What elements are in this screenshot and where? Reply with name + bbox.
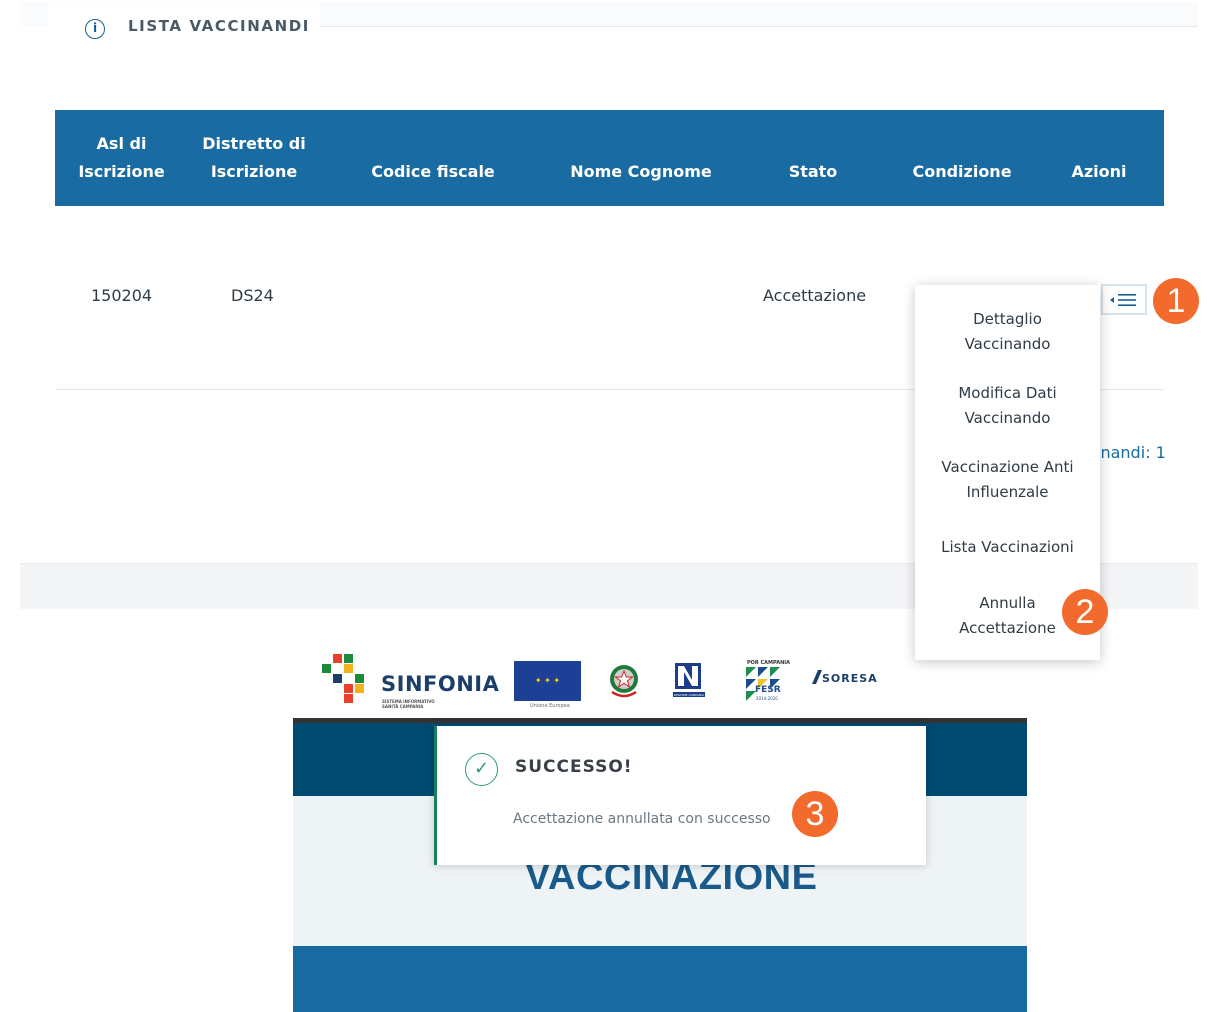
menu-list-icon bbox=[1110, 293, 1136, 306]
cell-stato: Accettazione bbox=[763, 286, 867, 305]
section-header: i LISTA VACCINANDI bbox=[0, 0, 1198, 46]
col-asl-iscrizione[interactable]: Asl di Iscrizione bbox=[69, 130, 174, 186]
sinfonia-wordmark: SINFONIA bbox=[381, 672, 500, 696]
cell-distretto: DS24 bbox=[231, 286, 274, 305]
regione-campania-logo: REGIONE CAMPANIA bbox=[673, 663, 705, 697]
italian-emblem-logo bbox=[610, 665, 638, 698]
step-badge-3: 3 bbox=[792, 791, 838, 837]
partner-logos: SINFONIA SISTEMA INFORMATIVO SANITÀ CAMP… bbox=[0, 650, 1210, 710]
col-nome-cognome[interactable]: Nome Cognome bbox=[556, 158, 726, 186]
menu-item-label: Modifica Dati bbox=[958, 384, 1057, 402]
header-label-line1: Asl di bbox=[96, 134, 147, 153]
app-footer-bar bbox=[293, 946, 1027, 1012]
menu-item-label: Influenzale bbox=[966, 483, 1049, 501]
header-label-line2: Iscrizione bbox=[78, 162, 165, 181]
menu-item-lista-vaccinazioni[interactable]: Lista Vaccinazioni bbox=[915, 535, 1100, 560]
col-azioni: Azioni bbox=[1071, 162, 1127, 181]
menu-item-dettaglio-vaccinando[interactable]: Dettaglio Vaccinando bbox=[915, 307, 1100, 357]
menu-item-label: Lista Vaccinazioni bbox=[941, 538, 1074, 556]
check-circle-icon: ✓ bbox=[465, 753, 498, 786]
sinfonia-subtitle: SISTEMA INFORMATIVO SANITÀ CAMPANIA bbox=[382, 699, 435, 709]
toast-message: Accettazione annullata con successo bbox=[513, 811, 771, 827]
header-rule bbox=[320, 26, 1198, 27]
col-stato[interactable]: Stato bbox=[763, 158, 863, 186]
vaccinandi-table: Asl di Iscrizione Distretto di Iscrizion… bbox=[55, 110, 1164, 206]
eu-caption: Unione Europea bbox=[530, 703, 570, 709]
col-distretto-iscrizione[interactable]: Distretto di Iscrizione bbox=[198, 130, 310, 186]
menu-item-label: Dettaglio bbox=[973, 310, 1042, 328]
actions-menu-button[interactable] bbox=[1101, 284, 1147, 315]
toast-title: SUCCESSO! bbox=[515, 757, 633, 777]
info-icon: i bbox=[85, 19, 105, 39]
menu-item-label: Vaccinazione Anti bbox=[941, 458, 1074, 476]
svg-text:REGIONE CAMPANIA: REGIONE CAMPANIA bbox=[674, 693, 705, 697]
menu-item-label: Vaccinando bbox=[964, 335, 1051, 353]
col-codice-fiscale[interactable]: Codice fiscale bbox=[353, 158, 513, 186]
menu-item-vaccinazione-anti-influenzale[interactable]: Vaccinazione Anti Influenzale bbox=[915, 455, 1100, 505]
section-title: LISTA VACCINANDI bbox=[128, 17, 310, 35]
step-badge-1: 1 bbox=[1153, 278, 1199, 324]
header-label-line1: Distretto di bbox=[202, 134, 306, 153]
table-header: Asl di Iscrizione Distretto di Iscrizion… bbox=[55, 110, 1164, 206]
menu-item-modifica-dati[interactable]: Modifica Dati Vaccinando bbox=[915, 381, 1100, 431]
col-condizione[interactable]: Condizione bbox=[902, 158, 1022, 186]
menu-item-label: Vaccinando bbox=[964, 409, 1051, 427]
cell-asl: 150204 bbox=[91, 286, 153, 305]
eu-flag-logo: ✦ ✦ ✦ bbox=[514, 661, 581, 701]
step-badge-2: 2 bbox=[1062, 589, 1108, 635]
success-toast: ✓ SUCCESSO! Accettazione annullata con s… bbox=[434, 726, 926, 865]
header-label-line2: Iscrizione bbox=[210, 162, 298, 181]
vaccinandi-count: inandi: 1 bbox=[1096, 443, 1166, 462]
